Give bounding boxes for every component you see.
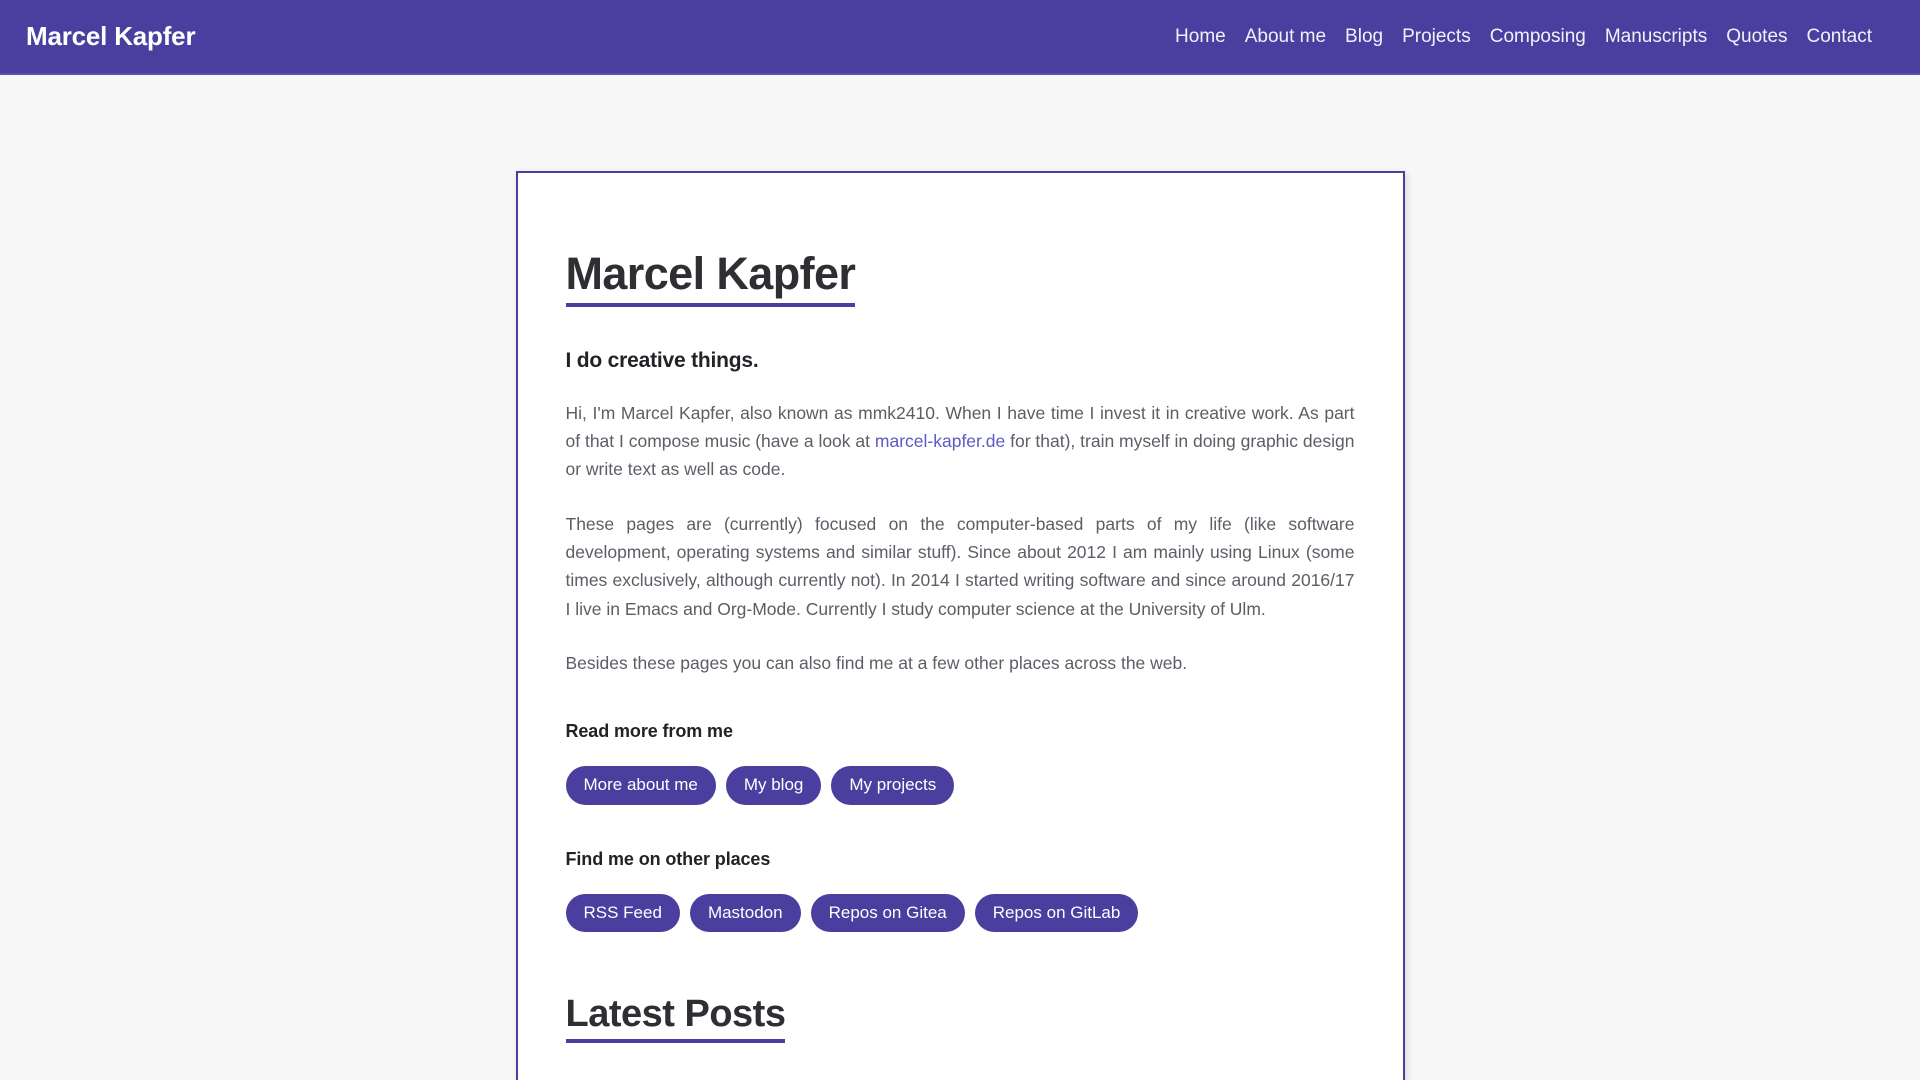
content-card: Marcel Kapfer I do creative things. Hi, …: [515, 171, 1405, 1080]
pill-repos-on-gitea[interactable]: Repos on Gitea: [810, 893, 965, 932]
other-places-links-row: RSS Feed Mastodon Repos on Gitea Repos o…: [565, 893, 1355, 932]
nav-item-quotes[interactable]: Quotes: [1726, 26, 1787, 48]
nav-item-contact[interactable]: Contact: [1807, 26, 1872, 48]
latest-posts-heading: Latest Posts: [565, 993, 786, 1043]
pill-my-blog[interactable]: My blog: [725, 766, 822, 805]
top-navigation-bar: Marcel Kapfer Home About me Blog Project…: [0, 0, 1920, 75]
pill-rss-feed[interactable]: RSS Feed: [565, 893, 680, 932]
read-more-links-row: More about me My blog My projects: [565, 766, 1355, 805]
site-brand-link[interactable]: Marcel Kapfer: [26, 21, 196, 52]
intro-paragraph: Hi, I'm Marcel Kapfer, also known as mmk…: [566, 399, 1355, 484]
nav-item-blog[interactable]: Blog: [1345, 26, 1383, 48]
marcel-kapfer-de-link[interactable]: marcel-kapfer.de: [875, 431, 1005, 451]
nav-item-about-me[interactable]: About me: [1245, 26, 1326, 48]
other-places-paragraph: Besides these pages you can also find me…: [565, 652, 1188, 673]
nav-links-group: Home About me Blog Projects Composing Ma…: [1175, 26, 1872, 48]
pill-repos-on-gitlab[interactable]: Repos on GitLab: [974, 893, 1139, 932]
nav-item-projects[interactable]: Projects: [1402, 26, 1471, 48]
about-pages-paragraph: These pages are (currently) focused on t…: [565, 513, 1355, 619]
find-me-heading: Find me on other places: [565, 848, 771, 869]
page-title: Marcel Kapfer: [565, 249, 856, 307]
pill-my-projects[interactable]: My projects: [831, 766, 955, 805]
pill-more-about-me[interactable]: More about me: [565, 766, 716, 805]
page-subtitle: I do creative things.: [565, 348, 759, 372]
nav-item-home[interactable]: Home: [1175, 26, 1226, 48]
nav-item-composing[interactable]: Composing: [1490, 26, 1586, 48]
page-body: Marcel Kapfer I do creative things. Hi, …: [0, 75, 1920, 1080]
read-more-heading: Read more from me: [565, 721, 733, 742]
nav-item-manuscripts[interactable]: Manuscripts: [1605, 26, 1707, 48]
pill-mastodon[interactable]: Mastodon: [689, 893, 801, 932]
